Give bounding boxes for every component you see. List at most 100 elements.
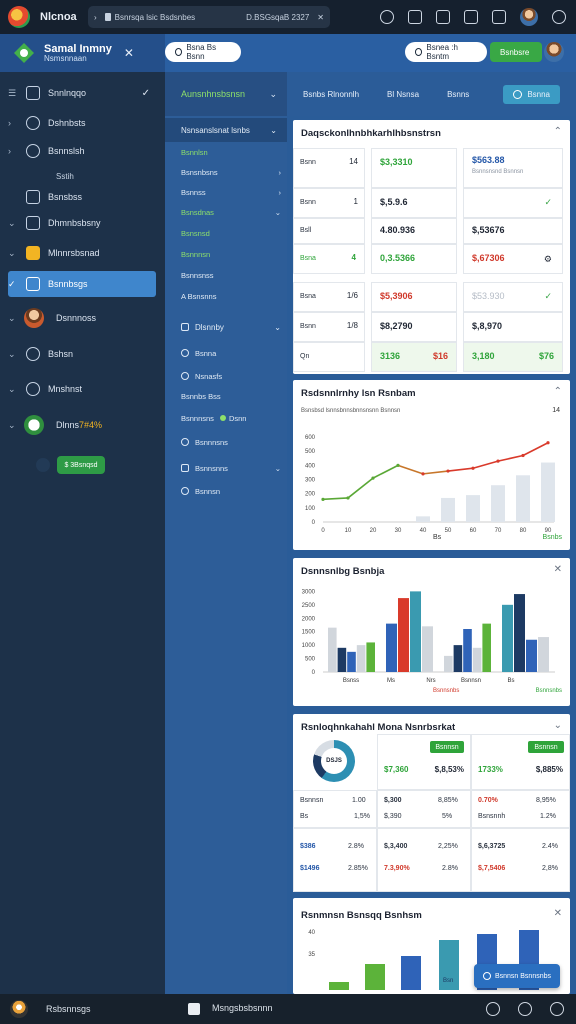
x-tick-label: 80 xyxy=(520,528,527,534)
sidebar-item-reports[interactable]: ⌄ Mlnnrsbsnad xyxy=(8,240,156,266)
tab-action-button[interactable]: Bsnna xyxy=(503,84,560,104)
taskbar-app-name[interactable]: Rsbsnnsgs xyxy=(46,1004,91,1014)
kpi-value: 2.4% xyxy=(542,843,558,850)
stat-cell: $563.88 Bsnnsnsnd Bsnnsn xyxy=(463,148,563,188)
main-body: Daqsckonlhnbhkarhlhbsnstrsn ⌃ Bsnn 14 $3… xyxy=(287,116,576,994)
nav-row[interactable]: Bsnnsn xyxy=(181,487,281,496)
avatar[interactable] xyxy=(520,8,538,26)
nav-row[interactable]: Bsnnnsn xyxy=(181,250,281,259)
bar xyxy=(329,982,349,990)
sidebar-item-active[interactable]: ✓ Bsnnbsgs xyxy=(8,271,156,297)
main-tabs: Bsnbs Rlnonnlh Bl Nsnsa Bsnns Bsnna xyxy=(287,72,576,116)
nav-row[interactable]: Bsnsnbsns › xyxy=(181,168,281,177)
stat-cell: $5,3906 xyxy=(371,282,457,312)
kpi-value: 2.8% xyxy=(442,865,458,872)
chevron-down-icon[interactable]: ⌄ xyxy=(554,720,562,731)
sidebar-item-label: Bsnnbsgs xyxy=(48,279,88,289)
sidebar-item-org[interactable]: ⌄ Dlnns 7#4% xyxy=(8,412,156,438)
sidebar-item-time[interactable]: ⌄ Bshsn xyxy=(8,341,156,367)
gear-icon[interactable] xyxy=(550,1002,564,1016)
search-icon xyxy=(415,48,423,56)
nav-row-label: Bsnnnsn xyxy=(181,250,211,259)
bar-chart: 0 500 1000 1500 2000 2500 3000 Bsnss Ms Nrs Bsnnsn… xyxy=(302,589,555,684)
search-button[interactable]: Bsna Bs Bsnn xyxy=(165,42,241,62)
bar xyxy=(337,647,347,672)
tab-2[interactable]: Bl Nsnsa xyxy=(387,90,419,99)
kpi-cell: Bsnnsn 1733% $,885% xyxy=(471,734,570,790)
sidebar-item-database[interactable]: ⌄ Dhmnbsbsny xyxy=(8,210,156,236)
trend-chart-card: Rsdsnnlrnhy lsn Rsnbam ⌃ Bsnsbsd lsnnsbn… xyxy=(293,380,570,550)
primary-action-label: Bsnbsre xyxy=(500,47,530,57)
calendar-icon[interactable] xyxy=(492,10,506,24)
taskbar-app-icon[interactable] xyxy=(10,1000,28,1018)
taskbar-text[interactable]: Msngsbsbsnnn xyxy=(212,1003,273,1013)
database-icon xyxy=(26,216,40,230)
sidebar-item-dashboard[interactable]: › Dshnbsts xyxy=(8,110,156,136)
sidebar-item-profile[interactable]: ⌄ Dsnnnoss xyxy=(8,305,156,331)
kpi-cell: $,3,400 2,25% 7.3,90% 2.8% xyxy=(377,828,471,892)
nav-row[interactable]: Bsnna xyxy=(181,349,281,358)
secondary-nav-header[interactable]: Aunsnhnsbsnsn ⌄ xyxy=(165,72,287,116)
sidebar-subitem-1[interactable]: Sstih xyxy=(56,172,74,181)
sidebar-item-files[interactable]: Bsnsbss xyxy=(8,184,156,210)
user-add-icon[interactable] xyxy=(380,10,394,24)
y-tick-label: 0 xyxy=(312,520,316,526)
check-icon: ✓ xyxy=(544,197,552,207)
primary-action-button[interactable]: Bsnbsre xyxy=(490,42,542,62)
nav-row[interactable]: Bsnnnsns xyxy=(181,438,281,447)
nav-row[interactable]: Nsnasfs xyxy=(181,372,281,381)
close-icon[interactable]: ✕ xyxy=(124,46,134,60)
chevron-right-icon: › xyxy=(8,118,11,128)
url-text: Bsnrsqa lsic Bsdsnbes xyxy=(114,12,196,22)
search-field[interactable]: Bsnea :h Bsntm xyxy=(405,42,487,62)
profile-avatar[interactable] xyxy=(544,42,564,62)
bar xyxy=(444,655,453,672)
nav-row[interactable]: Bsnnnsns Dsnn xyxy=(181,414,281,423)
nav-row[interactable]: Bsnsdnas ⌄ xyxy=(181,208,281,217)
nav-row[interactable]: Bsnnbs Bss xyxy=(181,392,281,401)
line-segment xyxy=(372,464,399,479)
dot-icon xyxy=(181,487,189,495)
window-icon[interactable] xyxy=(188,1003,200,1015)
home-icon xyxy=(26,86,40,100)
settings-icon[interactable]: ⚙ xyxy=(544,254,552,265)
chevron-down-icon: ⌄ xyxy=(8,348,16,359)
sidebar-item-home[interactable]: ☰ Snnlnqqo ✓ xyxy=(8,80,156,106)
clock-icon[interactable] xyxy=(486,1002,500,1016)
url-bar[interactable]: › Bsnrsqa lsic Bsdsnbes D.BSGsqaB 2327 ✕ xyxy=(88,6,330,28)
status-badge[interactable]: $ 3Bsnqsd xyxy=(57,456,105,474)
sidebar-item-settings[interactable]: › Bsnnslsh xyxy=(8,138,156,164)
secondary-nav-selected[interactable]: Nsnsanslsnat lsnbs ⌄ xyxy=(165,118,287,142)
stat-value: $563.88 xyxy=(472,155,505,165)
data-point xyxy=(321,497,325,501)
wifi-icon[interactable] xyxy=(408,10,422,24)
chevron-up-icon[interactable]: ⌃ xyxy=(554,126,562,137)
kpi-value: $7,360 xyxy=(384,765,409,774)
stat-value: 3136 xyxy=(380,351,401,361)
nav-row[interactable]: Bsnsnsd xyxy=(181,229,281,238)
tab-3[interactable]: Bsnns xyxy=(447,90,469,99)
gear-icon[interactable] xyxy=(436,10,450,24)
url-close-icon[interactable]: ✕ xyxy=(317,13,324,22)
stat-count: 1/6 xyxy=(346,291,358,300)
tab-1[interactable]: Bsnbs Rlnonnlh xyxy=(303,90,359,99)
nav-row[interactable]: A Bsnsnns xyxy=(181,292,281,301)
kpi-cell: $,6,3725 2.4% $,7,5406 2,8% xyxy=(471,828,570,892)
bar xyxy=(514,594,525,672)
chat-icon[interactable] xyxy=(464,10,478,24)
bar xyxy=(541,462,555,522)
nav-row[interactable]: Bsnnss › xyxy=(181,188,281,197)
sidebar-item-tools[interactable]: ⌄ Mnshnst xyxy=(8,376,156,402)
floating-action-button[interactable]: Bsnnsn Bsnnsnbs xyxy=(474,964,560,988)
nav-section[interactable]: Dlsnnby ⌄ xyxy=(181,323,281,332)
globe-icon[interactable] xyxy=(518,1002,532,1016)
settings-icon[interactable] xyxy=(552,10,566,24)
data-point xyxy=(471,466,475,470)
stat-cell: Bsnn 1/8 xyxy=(293,312,365,342)
nav-row[interactable]: Bsnnsnns ⌄ xyxy=(181,464,281,473)
nav-row-label: Bsnnlsn xyxy=(181,148,208,157)
brand-logo-icon xyxy=(12,41,36,65)
nav-row[interactable]: Bsnnlsn xyxy=(181,148,281,157)
nav-row[interactable]: Bsnnsnss xyxy=(181,271,281,280)
bar xyxy=(410,591,421,672)
